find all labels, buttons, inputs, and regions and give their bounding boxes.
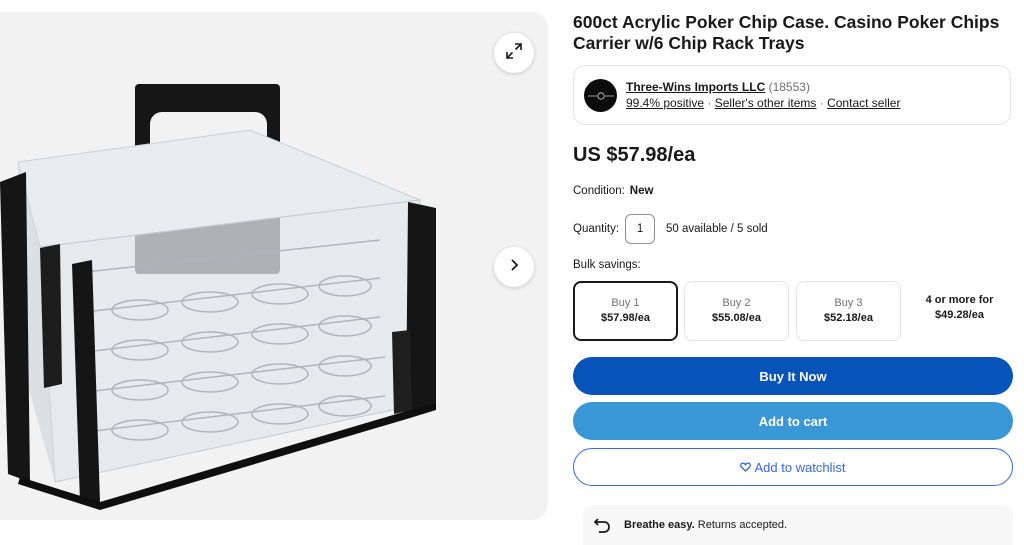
seller-name-link[interactable]: Three-Wins Imports LLC — [626, 80, 765, 94]
seller-positive-link[interactable]: 99.4% positive — [626, 96, 704, 110]
bulk-tier-buy-2[interactable]: Buy 2 $55.08/ea — [684, 281, 789, 341]
tier-qty: 4 or more for — [925, 294, 994, 306]
tier-qty: Buy 1 — [611, 297, 640, 309]
seller-feedback-count: (18553) — [768, 80, 810, 94]
chevron-right-icon — [507, 258, 521, 277]
quantity-input[interactable]: 1 — [625, 214, 656, 244]
seller-other-items-link[interactable]: Seller's other items — [715, 96, 817, 110]
quantity-row: Quantity: 1 50 available / 5 sold — [573, 213, 768, 245]
bulk-savings-label: Bulk savings: — [573, 259, 641, 271]
condition-label: Condition: — [573, 185, 625, 197]
expand-icon — [505, 42, 523, 65]
contact-seller-link[interactable]: Contact seller — [827, 96, 900, 110]
buy-it-now-button[interactable]: Buy It Now — [573, 357, 1013, 395]
expand-image-button[interactable] — [494, 33, 534, 73]
heart-outline-icon — [740, 462, 752, 472]
bulk-tier-buy-1[interactable]: Buy 1 $57.98/ea — [573, 281, 678, 341]
add-to-cart-button[interactable]: Add to cart — [573, 402, 1013, 440]
tier-qty: Buy 3 — [834, 297, 863, 309]
returns-detail: Returns accepted. — [694, 519, 788, 531]
seller-name-row: Three-Wins Imports LLC (18553) — [626, 80, 810, 95]
returns-text: Breathe easy. Returns accepted. — [624, 519, 787, 531]
condition-value: New — [629, 185, 654, 197]
add-to-watchlist-button[interactable]: Add to watchlist — [573, 448, 1013, 486]
returns-bold: Breathe easy. — [624, 519, 695, 531]
product-image[interactable] — [0, 12, 548, 520]
item-price: US $57.98/ea — [573, 144, 696, 166]
separator: · — [707, 96, 712, 110]
bulk-tier-buy-3[interactable]: Buy 3 $52.18/ea — [796, 281, 901, 341]
quantity-label: Quantity: — [573, 223, 620, 235]
returns-banner: Breathe easy. Returns accepted. — [583, 505, 1013, 545]
next-image-button[interactable] — [494, 247, 534, 287]
product-title: 600ct Acrylic Poker Chip Case. Casino Po… — [573, 12, 1000, 53]
image-gallery — [0, 12, 548, 520]
tier-price: $49.28/ea — [935, 309, 984, 321]
tier-price: $55.08/ea — [712, 312, 761, 324]
tier-price: $57.98/ea — [601, 312, 650, 324]
seller-links: 99.4% positive · Seller's other items · … — [626, 96, 900, 111]
separator: · — [819, 96, 824, 110]
seller-logo[interactable] — [584, 79, 617, 112]
bulk-tier-4-or-more[interactable]: 4 or more for $49.28/ea — [907, 281, 1012, 341]
watchlist-label: Add to watchlist — [754, 459, 846, 475]
tier-qty: Buy 2 — [722, 297, 751, 309]
return-arrow-icon — [591, 514, 613, 536]
quantity-availability: 50 available / 5 sold — [666, 223, 768, 235]
seller-card: Three-Wins Imports LLC (18553) 99.4% pos… — [573, 65, 1011, 125]
condition-row: Condition: New — [573, 185, 653, 197]
tier-price: $52.18/ea — [824, 312, 873, 324]
